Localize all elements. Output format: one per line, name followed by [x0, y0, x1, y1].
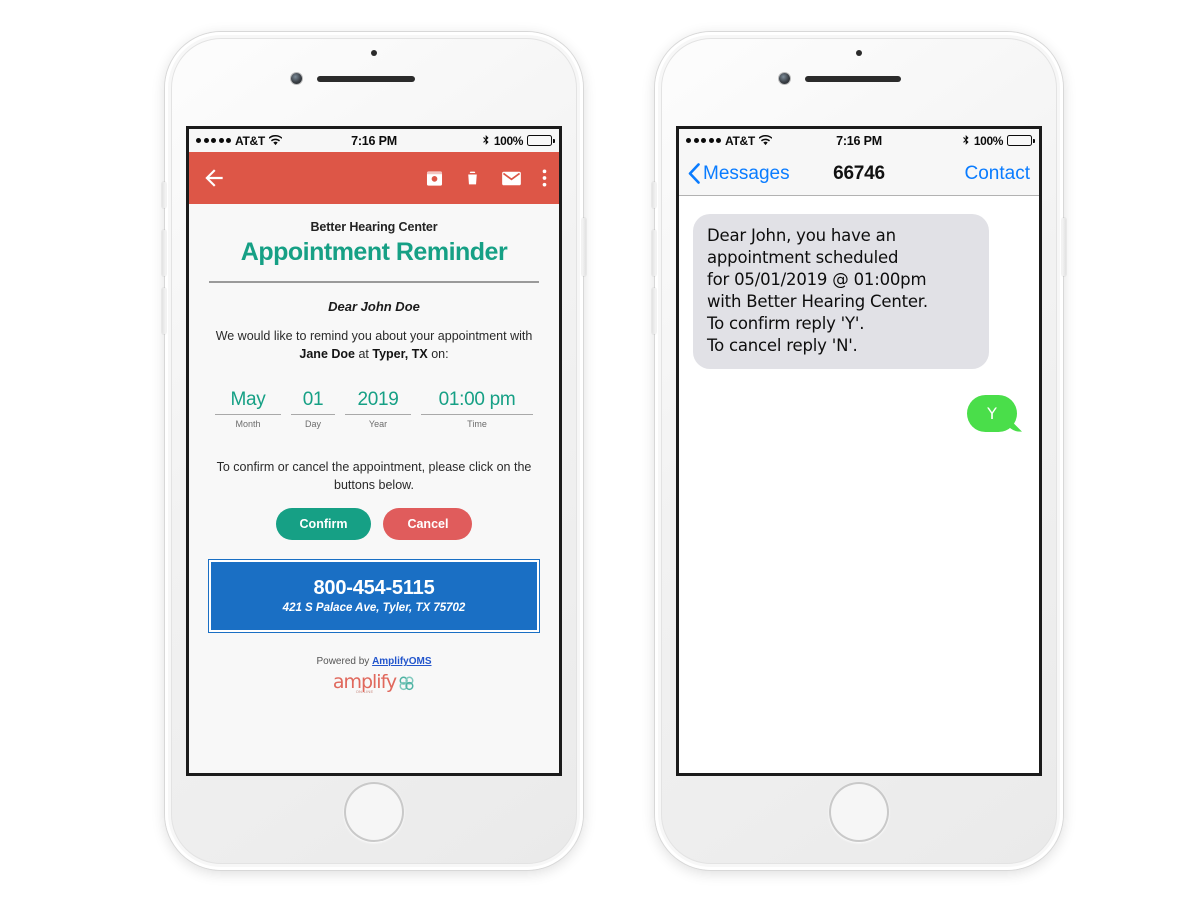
- outgoing-message-bubble: Y: [967, 394, 1017, 432]
- wifi-icon: [268, 135, 282, 146]
- status-right: 100%: [882, 134, 1032, 148]
- salutation: Dear John Doe: [328, 299, 420, 314]
- archive-icon[interactable]: [425, 169, 444, 188]
- confirm-cancel-row: Confirm Cancel: [205, 508, 543, 541]
- front-camera: [779, 73, 790, 84]
- email-app-bar: [189, 152, 559, 204]
- signal-strength-icon: [196, 138, 231, 143]
- day-value: 01: [291, 389, 335, 416]
- power-button[interactable]: [582, 218, 586, 276]
- intro-suffix: on:: [427, 347, 449, 362]
- email-title: Appointment Reminder: [240, 238, 508, 266]
- time-value: 01:00 pm: [421, 389, 533, 416]
- appointment-time: 01:00 pm Time: [421, 389, 533, 429]
- clover-icon: [399, 676, 414, 691]
- chevron-left-icon: [688, 163, 700, 184]
- messages-nav-bar: Messages 66746 Contact: [679, 152, 1039, 196]
- cta-instruction: To confirm or cancel the appointment, pl…: [216, 460, 532, 492]
- screenshot-stage: AT&T 7:16 PM 100% Better Hearing Center …: [0, 0, 1200, 900]
- title-divider: [209, 281, 539, 283]
- status-left: AT&T: [196, 134, 351, 148]
- volume-up-button[interactable]: [162, 230, 166, 276]
- phone-device-email: AT&T 7:16 PM 100% Better Hearing Center …: [162, 32, 586, 870]
- front-camera: [291, 73, 302, 84]
- battery-icon: [1007, 135, 1032, 146]
- incoming-message-bubble: Dear John, you have an appointment sched…: [693, 214, 989, 369]
- year-value: 2019: [345, 389, 411, 416]
- confirm-button[interactable]: Confirm: [275, 508, 372, 541]
- provider-name: Jane Doe: [299, 347, 355, 362]
- status-time: 7:16 PM: [836, 133, 882, 148]
- delete-icon[interactable]: [464, 168, 481, 188]
- back-label: Messages: [703, 162, 790, 184]
- organization-name: Better Hearing Center: [310, 220, 438, 234]
- microphone-dot: [856, 50, 862, 56]
- volume-up-button[interactable]: [652, 230, 656, 276]
- status-right: 100%: [397, 134, 552, 148]
- outgoing-row: Y: [693, 394, 1025, 432]
- mark-unread-icon[interactable]: [501, 170, 522, 187]
- home-button[interactable]: [829, 782, 889, 842]
- bluetooth-icon: [963, 134, 969, 145]
- appointment-location: Typer, TX: [372, 347, 428, 362]
- banner-phone-number: 800-454-5115: [313, 577, 435, 600]
- intro-mid: at: [355, 347, 373, 362]
- intro-prefix: We would like to remind you about your a…: [215, 329, 533, 343]
- conversation-title: 66746: [833, 162, 885, 184]
- volume-down-button[interactable]: [652, 288, 656, 334]
- bluetooth-icon: [483, 134, 489, 145]
- earpiece-speaker: [317, 76, 415, 82]
- powered-by-text: Powered by: [316, 656, 373, 668]
- back-to-messages-button[interactable]: Messages: [688, 163, 790, 185]
- ios-status-bar: AT&T 7:16 PM 100%: [189, 129, 559, 152]
- appointment-day: 01 Day: [291, 389, 335, 429]
- ios-status-bar: AT&T 7:16 PM 100%: [679, 129, 1039, 152]
- message-thread: Dear John, you have an appointment sched…: [679, 196, 1039, 773]
- carrier-label: AT&T: [725, 133, 755, 148]
- battery-percent: 100%: [973, 133, 1003, 148]
- volume-down-button[interactable]: [162, 288, 166, 334]
- cancel-button[interactable]: Cancel: [383, 508, 473, 541]
- time-label: Time: [467, 419, 487, 430]
- email-card: Better Hearing Center Appointment Remind…: [189, 204, 559, 695]
- status-time: 7:16 PM: [351, 133, 397, 148]
- wifi-icon: [758, 135, 772, 146]
- email-screen: AT&T 7:16 PM 100% Better Hearing Center …: [189, 129, 559, 773]
- battery-icon: [527, 135, 552, 146]
- appointment-month: May Month: [215, 389, 281, 429]
- contact-banner[interactable]: 800-454-5115 421 S Palace Ave, Tyler, TX…: [209, 560, 539, 633]
- sms-screen: AT&T 7:16 PM 100% Messages 66746 Contact…: [679, 129, 1039, 773]
- day-label: Day: [304, 419, 321, 430]
- email-actions: [425, 168, 547, 188]
- month-value: May: [215, 389, 281, 416]
- year-label: Year: [368, 419, 388, 430]
- earpiece-speaker: [805, 76, 901, 82]
- silent-switch[interactable]: [652, 182, 656, 208]
- home-button[interactable]: [344, 782, 404, 842]
- status-left: AT&T: [686, 134, 836, 148]
- intro-paragraph: We would like to remind you about your a…: [205, 327, 543, 363]
- overflow-menu-icon[interactable]: [542, 168, 547, 188]
- appointment-date-row: May Month 01 Day 2019 Year 01:00 pm Time: [215, 389, 533, 429]
- carrier-label: AT&T: [235, 133, 265, 148]
- battery-percent: 100%: [493, 133, 523, 148]
- email-body: Better Hearing Center Appointment Remind…: [189, 204, 559, 773]
- signal-strength-icon: [686, 138, 721, 143]
- back-arrow-icon[interactable]: [201, 165, 227, 191]
- powered-by-line: Powered by AmplifyOMS: [205, 656, 543, 667]
- appointment-year: 2019 Year: [345, 389, 411, 429]
- contact-button[interactable]: Contact: [965, 163, 1030, 185]
- silent-switch[interactable]: [162, 182, 166, 208]
- banner-address: 421 S Palace Ave, Tyler, TX 75702: [282, 602, 466, 615]
- power-button[interactable]: [1062, 218, 1066, 276]
- month-label: Month: [235, 419, 261, 430]
- amplifyoms-link[interactable]: AmplifyOMS: [372, 656, 431, 667]
- amplify-logo: amplify ON-LINE: [205, 673, 543, 694]
- microphone-dot: [371, 50, 377, 56]
- email-footer: Powered by AmplifyOMS amplify ON-LINE: [205, 656, 543, 694]
- phone-device-sms: AT&T 7:16 PM 100% Messages 66746 Contact…: [652, 32, 1066, 870]
